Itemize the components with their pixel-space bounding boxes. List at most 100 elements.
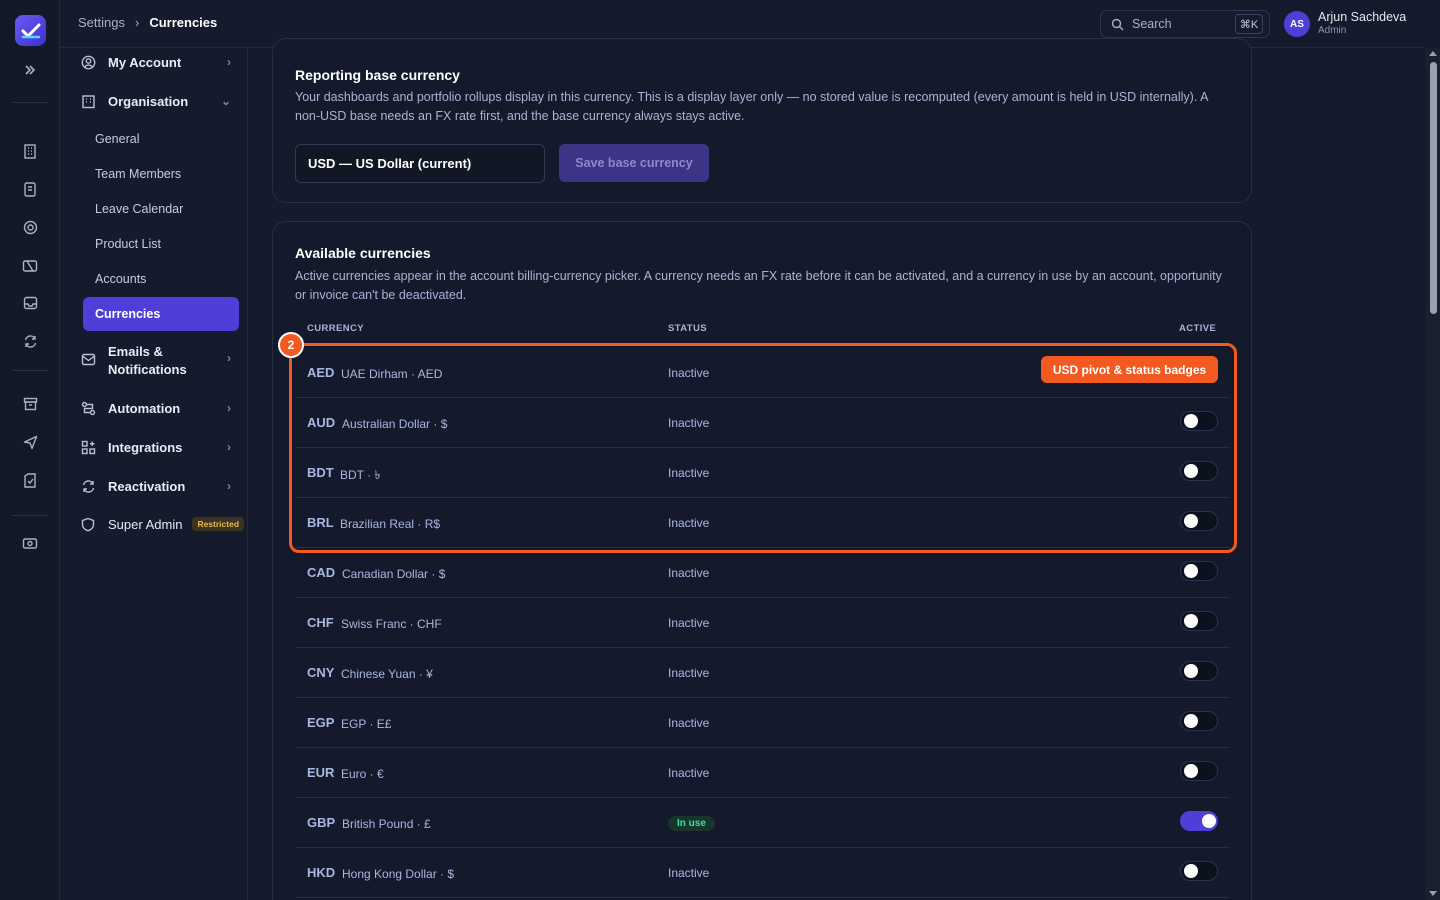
currency-name: Swiss Franc · CHF <box>341 617 442 631</box>
active-toggle[interactable] <box>1180 711 1218 731</box>
logo-check-icon <box>21 23 40 38</box>
search-placeholder: Search <box>1132 17 1172 31</box>
currency-name: Euro · € <box>341 767 384 781</box>
target-icon[interactable] <box>20 217 40 237</box>
scroll-down-icon[interactable] <box>1429 891 1437 896</box>
breadcrumb-settings[interactable]: Settings <box>78 15 125 30</box>
currency-code: EGP <box>307 715 335 730</box>
refresh-icon[interactable] <box>20 331 40 351</box>
sidebar-item-emails[interactable]: Emails & Notifications › <box>80 343 231 379</box>
toggle-knob <box>1184 564 1198 578</box>
active-toggle[interactable] <box>1180 561 1218 581</box>
table-row: GBP British Pound · £ In use <box>295 798 1230 848</box>
search-input[interactable]: Search ⌘K <box>1100 10 1270 38</box>
status-text: Inactive <box>668 866 710 880</box>
currency-code: HKD <box>307 865 336 880</box>
status-text: Inactive <box>668 616 710 630</box>
chevron-right-icon: › <box>227 479 231 493</box>
send-icon[interactable] <box>20 432 40 452</box>
currency-code: EUR <box>307 765 335 780</box>
active-toggle[interactable] <box>1180 761 1218 781</box>
sidebar-sub-general[interactable]: General <box>83 122 239 156</box>
sidebar-item-reactivation[interactable]: Reactivation › <box>80 478 231 494</box>
shield-icon <box>80 516 96 532</box>
table-row: CHF Swiss Franc · CHF Inactive <box>295 598 1230 648</box>
breadcrumb-separator: › <box>134 15 140 30</box>
header-active: ACTIVE <box>1179 323 1217 334</box>
mail-icon <box>80 351 96 367</box>
search-shortcut: ⌘K <box>1235 14 1263 34</box>
status-text: Inactive <box>668 766 710 780</box>
toggle-knob <box>1184 764 1198 778</box>
base-currency-description: Your dashboards and portfolio rollups di… <box>295 90 1208 123</box>
sidebar-item-integrations[interactable]: Integrations › <box>80 439 231 455</box>
base-currency-select[interactable]: USD — US Dollar (current) <box>295 144 545 183</box>
sidebar-item-automation[interactable]: Automation › <box>80 400 231 416</box>
sidebar-item-label: Integrations <box>108 439 183 455</box>
building-icon <box>80 93 96 109</box>
sidebar-sub-product-list[interactable]: Product List <box>83 227 239 261</box>
sidebar-sub-accounts[interactable]: Accounts <box>83 262 239 296</box>
sidebar-sub-leave-calendar[interactable]: Leave Calendar <box>83 192 239 226</box>
active-toggle[interactable] <box>1180 611 1218 631</box>
header-currency: CURRENCY <box>307 323 365 334</box>
sidebar-sub-team-members[interactable]: Team Members <box>83 157 239 191</box>
chevron-down-icon: ⌄ <box>220 94 231 108</box>
save-base-currency-button[interactable]: Save base currency <box>559 144 709 182</box>
automation-icon <box>80 400 96 416</box>
table-row: CNY Chinese Yuan · ¥ Inactive <box>295 648 1230 698</box>
sidebar-item-organisation[interactable]: Organisation ⌄ <box>80 93 231 109</box>
chevron-right-icon: › <box>227 401 231 415</box>
rail-divider <box>12 102 48 103</box>
report-icon[interactable] <box>20 470 40 490</box>
currency-code: GBP <box>307 815 336 830</box>
sidebar-item-super-admin[interactable]: Super Admin Restricted <box>80 516 247 532</box>
scrollbar[interactable] <box>1426 48 1440 900</box>
sidebar-item-label: Reactivation <box>108 478 186 494</box>
currency-name: Canadian Dollar · $ <box>342 567 446 581</box>
active-toggle[interactable] <box>1180 811 1218 831</box>
available-currencies-description: Active currencies appear in the account … <box>295 269 1222 302</box>
table-row: CAD Canadian Dollar · $ Inactive <box>295 548 1230 598</box>
active-toggle[interactable] <box>1180 861 1218 881</box>
sidebar-item-my-account[interactable]: My Account › <box>80 54 231 70</box>
chevron-right-icon: › <box>227 55 231 69</box>
active-toggle[interactable] <box>1180 661 1218 681</box>
currency-code: CHF <box>307 615 334 630</box>
table-row: EUR Euro · € Inactive <box>295 748 1230 798</box>
chevron-right-icon: › <box>227 351 231 365</box>
scrollbar-thumb[interactable] <box>1430 62 1437 314</box>
rail-divider <box>12 515 48 516</box>
restricted-badge: Restricted <box>192 517 245 531</box>
sidebar-item-label: My Account <box>108 54 182 70</box>
building-icon[interactable] <box>20 141 40 161</box>
header-status: STATUS <box>668 323 707 334</box>
avatar[interactable]: AS <box>1284 11 1310 37</box>
currency-code: CNY <box>307 665 335 680</box>
ticket-icon[interactable] <box>20 256 40 276</box>
currency-code: CAD <box>307 565 336 580</box>
archive-icon[interactable] <box>20 394 40 414</box>
scroll-up-icon[interactable] <box>1429 51 1437 56</box>
refresh-icon <box>80 478 96 494</box>
sidebar-item-label: Automation <box>108 400 181 416</box>
user-name[interactable]: Arjun Sachdeva <box>1318 10 1406 24</box>
annotation-label: USD pivot & status badges <box>1041 356 1218 383</box>
status-text: Inactive <box>668 566 710 580</box>
app-logo[interactable] <box>15 15 46 46</box>
sidebar-sub-currencies[interactable]: Currencies <box>83 297 239 331</box>
table-row: HKD Hong Kong Dollar · $ Inactive <box>295 848 1230 898</box>
sidebar-item-label: Super Admin <box>108 516 183 532</box>
status-badge: In use <box>668 816 715 831</box>
money-icon[interactable] <box>20 533 40 553</box>
toggle-knob <box>1184 864 1198 878</box>
table-row: EGP EGP · E£ Inactive <box>295 698 1230 748</box>
toggle-knob <box>1184 714 1198 728</box>
document-icon[interactable] <box>20 179 40 199</box>
base-currency-title: Reporting base currency <box>295 67 460 83</box>
inbox-icon[interactable] <box>20 293 40 313</box>
user-circle-icon <box>80 54 96 70</box>
expand-sidebar-icon[interactable] <box>20 60 40 80</box>
sidebar-item-label: Organisation <box>108 93 189 109</box>
sidebar-item-label: Emails & Notifications <box>108 343 187 379</box>
